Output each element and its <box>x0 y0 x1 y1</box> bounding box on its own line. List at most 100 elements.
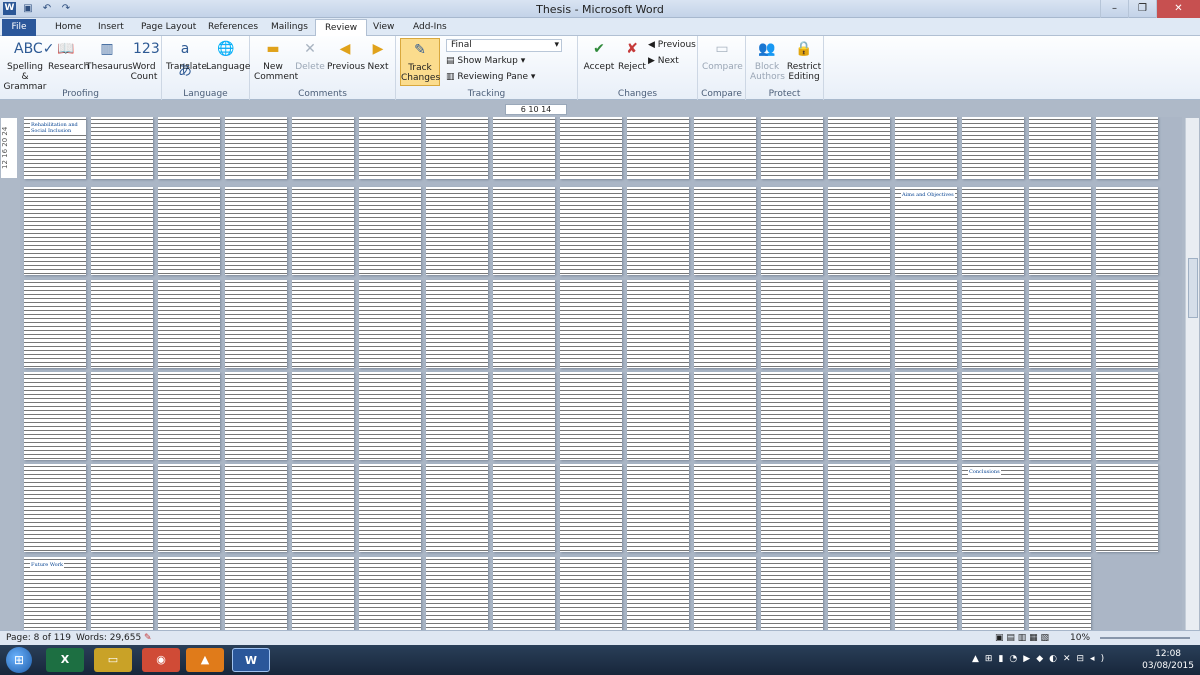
page-thumbnail[interactable] <box>895 464 957 552</box>
research-button[interactable]: 📖 Research <box>48 38 89 72</box>
page-thumbnail[interactable] <box>962 280 1024 368</box>
page-thumbnail[interactable] <box>426 372 488 460</box>
page-thumbnail[interactable] <box>426 187 488 275</box>
proofing-status-icon[interactable]: ✎ <box>144 631 152 645</box>
word-taskbar-icon[interactable]: W <box>232 648 270 672</box>
page-thumbnail[interactable] <box>493 117 555 179</box>
page-thumbnail[interactable] <box>426 280 488 368</box>
page-thumbnail[interactable] <box>828 464 890 552</box>
page-thumbnail[interactable]: Aims and Objectives <box>895 187 957 275</box>
page-thumbnail[interactable] <box>292 117 354 179</box>
tab-home[interactable]: Home <box>46 19 91 36</box>
tab-references[interactable]: References <box>199 19 267 36</box>
tab-insert[interactable]: Insert <box>89 19 133 36</box>
page-thumbnail[interactable] <box>560 187 622 275</box>
page-thumbnail[interactable] <box>694 464 756 552</box>
page-thumbnail[interactable] <box>694 280 756 368</box>
page-thumbnail[interactable] <box>158 557 220 630</box>
page-thumbnail[interactable] <box>426 464 488 552</box>
previous-change-button[interactable]: ◀ Previous <box>648 40 696 50</box>
page-thumbnail[interactable] <box>694 187 756 275</box>
page-thumbnail[interactable] <box>292 557 354 630</box>
scroll-thumb[interactable] <box>1188 258 1198 318</box>
page-thumbnail[interactable] <box>493 557 555 630</box>
page-thumbnail[interactable] <box>560 117 622 179</box>
restrict-editing-button[interactable]: 🔒 Restrict Editing <box>786 38 822 82</box>
page-thumbnail[interactable] <box>91 187 153 275</box>
page-thumbnail[interactable] <box>828 557 890 630</box>
page-thumbnail[interactable] <box>1029 464 1091 552</box>
page-count[interactable]: Page: 8 of 119 <box>6 631 71 645</box>
page-thumbnail[interactable]: Conclusions <box>962 464 1024 552</box>
page-thumbnail[interactable] <box>627 280 689 368</box>
page-thumbnail[interactable] <box>1029 280 1091 368</box>
word-count[interactable]: Words: 29,655 <box>76 631 141 645</box>
minimize-button[interactable]: – <box>1100 0 1128 18</box>
page-thumbnail[interactable] <box>91 557 153 630</box>
accept-button[interactable]: ✔ Accept <box>582 38 616 72</box>
page-thumbnail[interactable] <box>225 557 287 630</box>
thesaurus-button[interactable]: ▥ Thesaurus <box>86 38 133 72</box>
explorer-taskbar-icon[interactable]: ▭ <box>94 648 132 672</box>
page-thumbnail[interactable] <box>225 280 287 368</box>
page-thumbnail[interactable] <box>359 117 421 179</box>
tab-file[interactable]: File <box>2 19 36 36</box>
page-thumbnail[interactable] <box>962 372 1024 460</box>
page-thumbnail[interactable] <box>225 187 287 275</box>
display-for-review-select[interactable]: Final ▾ <box>446 39 562 52</box>
page-thumbnail[interactable] <box>1029 372 1091 460</box>
block-authors-button[interactable]: 👥 Block Authors <box>750 38 785 82</box>
previous-comment-button[interactable]: ◀ Previous <box>327 38 365 72</box>
page-thumbnail[interactable] <box>962 117 1024 179</box>
next-comment-button[interactable]: ▶ Next <box>364 38 392 72</box>
reject-button[interactable]: ✘ Reject <box>616 38 648 72</box>
page-thumbnail[interactable] <box>359 280 421 368</box>
view-buttons[interactable]: ▣ ▤ ▥ ▦ ▧ <box>995 631 1049 645</box>
page-thumbnail[interactable] <box>1096 187 1158 275</box>
page-thumbnail[interactable] <box>24 280 86 368</box>
page-thumbnail[interactable] <box>91 464 153 552</box>
page-thumbnail[interactable] <box>225 464 287 552</box>
page-thumbnail[interactable] <box>761 187 823 275</box>
chrome-taskbar-icon[interactable]: ◉ <box>142 648 180 672</box>
reviewing-pane-button[interactable]: ▥ Reviewing Pane ▾ <box>446 72 535 82</box>
page-thumbnail[interactable] <box>1096 464 1158 552</box>
maximize-button[interactable]: ❐ <box>1128 0 1156 18</box>
page-thumbnail[interactable] <box>24 372 86 460</box>
page-thumbnail[interactable] <box>761 464 823 552</box>
page-thumbnail[interactable] <box>1029 557 1091 630</box>
tab-review[interactable]: Review <box>315 19 368 36</box>
page-thumbnail[interactable] <box>1096 117 1158 179</box>
vertical-scrollbar[interactable] <box>1185 118 1199 632</box>
page-thumbnail[interactable]: Future Work <box>24 557 86 630</box>
page-thumbnail[interactable] <box>426 557 488 630</box>
page-thumbnail[interactable] <box>359 187 421 275</box>
page-thumbnail[interactable] <box>493 187 555 275</box>
page-thumbnail[interactable] <box>359 372 421 460</box>
next-change-button[interactable]: ▶ Next <box>648 56 679 66</box>
page-thumbnail[interactable] <box>560 557 622 630</box>
page-thumbnail[interactable] <box>761 117 823 179</box>
horizontal-ruler[interactable]: 6 10 14 <box>505 104 567 115</box>
page-thumbnail[interactable] <box>158 187 220 275</box>
page-thumbnail[interactable] <box>91 280 153 368</box>
delete-comment-button[interactable]: ✕ Delete <box>294 38 326 72</box>
matlab-taskbar-icon[interactable]: ▲ <box>186 648 224 672</box>
page-thumbnail[interactable] <box>694 117 756 179</box>
page-thumbnail[interactable] <box>1029 117 1091 179</box>
page-thumbnail[interactable] <box>560 464 622 552</box>
zoom-slider[interactable] <box>1100 637 1190 639</box>
page-thumbnail[interactable] <box>24 187 86 275</box>
page-thumbnail[interactable] <box>493 372 555 460</box>
tab-view[interactable]: View <box>364 19 403 36</box>
page-thumbnail[interactable] <box>895 372 957 460</box>
page-thumbnail[interactable] <box>560 280 622 368</box>
close-button[interactable]: ✕ <box>1156 0 1200 18</box>
page-thumbnail[interactable] <box>761 557 823 630</box>
vertical-ruler[interactable]: 12 16 20 24 <box>1 118 17 178</box>
page-thumbnail[interactable] <box>158 117 220 179</box>
document-area[interactable]: Rehabilitation and Social Inclusion Aims … <box>20 117 1182 630</box>
page-thumbnail[interactable] <box>493 280 555 368</box>
page-thumbnail[interactable] <box>292 372 354 460</box>
page-thumbnail[interactable] <box>828 372 890 460</box>
